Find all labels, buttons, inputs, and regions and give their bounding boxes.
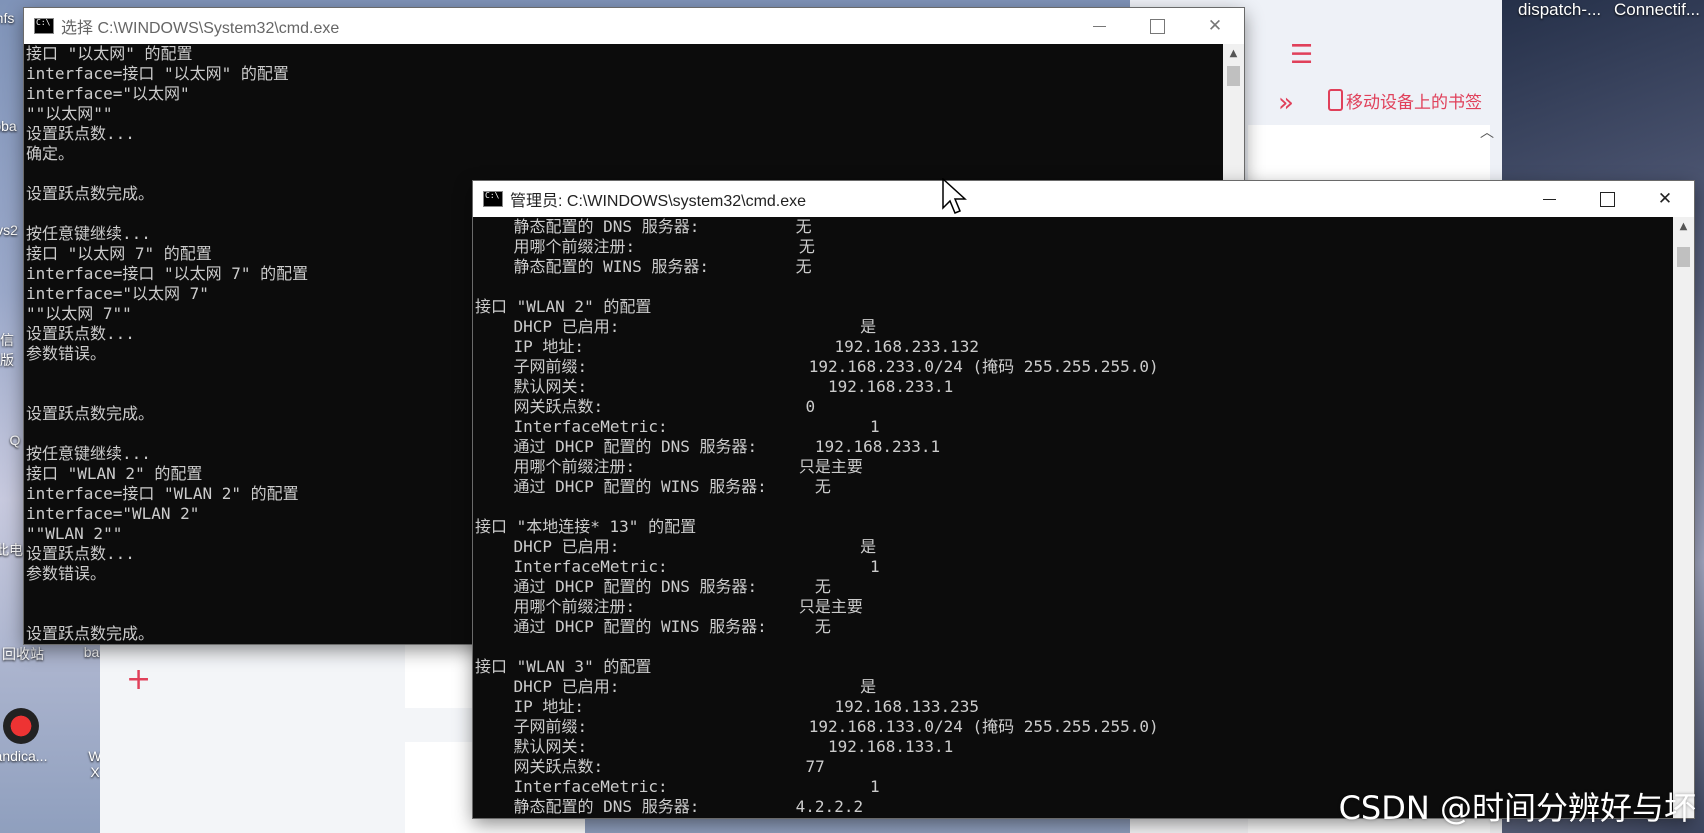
console-line: ""以太网"" xyxy=(26,104,113,123)
desktop-icon-label: 信 版 xyxy=(0,332,14,368)
minimize-button[interactable] xyxy=(1520,181,1578,217)
cmd-icon xyxy=(34,18,54,34)
close-icon: ✕ xyxy=(1657,189,1673,209)
chevron-right-icon[interactable]: » xyxy=(1278,88,1294,118)
window-controls: ✕ xyxy=(1520,181,1694,217)
console-line: InterfaceMetric: 1 xyxy=(475,557,880,576)
console-line: 设置跃点数... xyxy=(26,124,135,143)
titlebar[interactable]: 选择 C:\WINDOWS\System32\cmd.exe ✕ xyxy=(24,8,1244,44)
console-line: 通过 DHCP 配置的 DNS 服务器: 无 xyxy=(475,577,831,596)
watermark: CSDN @时间分辨好与坏 xyxy=(1338,789,1696,827)
maximize-button[interactable] xyxy=(1578,181,1636,217)
console-line: 用哪个前缀注册: 只是主要 xyxy=(475,597,863,616)
console-line: 通过 DHCP 配置的 WINS 服务器: 无 xyxy=(475,617,831,636)
desktop-icon-label: vs2 xyxy=(0,222,18,238)
scroll-up-arrow-icon[interactable]: ▲ xyxy=(1673,221,1694,232)
scrollbar-thumb[interactable] xyxy=(1227,66,1240,86)
console-line: 默认网关: 192.168.233.1 xyxy=(475,377,954,396)
console-line: DHCP 已启用: 是 xyxy=(475,317,877,336)
console-line: 用哪个前缀注册: 只是主要 xyxy=(475,457,863,476)
mobile-bookmarks-link[interactable]: 移动设备上的书签 xyxy=(1328,88,1482,113)
console-line: 接口 "以太网" 的配置 xyxy=(26,44,193,63)
close-icon: ✕ xyxy=(1207,16,1223,36)
scrollbar-thumb[interactable] xyxy=(1677,247,1690,267)
desktop-icon-label: 此电 xyxy=(0,542,23,558)
console-line: DHCP 已启用: 是 xyxy=(475,677,877,696)
window-controls: ✕ xyxy=(1070,8,1244,44)
console-line: DHCP 已启用: 是 xyxy=(475,537,877,556)
minimize-button[interactable] xyxy=(1070,8,1128,44)
console-line: interface=接口 "以太网" 的配置 xyxy=(26,64,289,83)
desktop-icon-recycle-bin[interactable]: 回收站 xyxy=(0,644,58,664)
window-title: 选择 C:\WINDOWS\System32\cmd.exe xyxy=(61,20,340,37)
close-button[interactable]: ✕ xyxy=(1186,8,1244,44)
console-line: 静态配置的 WINS 服务器: 无 xyxy=(475,257,812,276)
console-line: 用哪个前缀注册: 无 xyxy=(475,237,815,256)
desktop-icon-label: Q xyxy=(9,432,21,448)
desktop-icon-bandicam[interactable]: andica... xyxy=(0,708,56,764)
console-line: 通过 DHCP 配置的 WINS 服务器: 无 xyxy=(475,477,831,496)
cmd-window-admin[interactable]: 管理员: C:\WINDOWS\system32\cmd.exe ✕ 静态配置的… xyxy=(473,181,1694,818)
window-title: 管理员: C:\WINDOWS\system32\cmd.exe xyxy=(510,193,807,210)
console-line: 子网前缀: 192.168.133.0/24 (掩码 255.255.255.0… xyxy=(475,717,1159,736)
cmd-icon xyxy=(483,191,503,207)
mouse-pointer-icon xyxy=(942,178,967,214)
desktop-icon-label: hfs xyxy=(0,10,15,26)
console-line: 静态配置的 DNS 服务器: 无 xyxy=(475,217,812,236)
console-line: 默认网关: 192.168.133.1 xyxy=(475,737,954,756)
mobile-bookmarks-label: 移动设备上的书签 xyxy=(1346,93,1482,113)
console-line: 接口 "本地连接* 13" 的配置 xyxy=(475,517,697,536)
titlebar[interactable]: 管理员: C:\WINDOWS\system32\cmd.exe ✕ xyxy=(473,181,1694,217)
maximize-icon xyxy=(1599,191,1615,207)
minimize-icon xyxy=(1092,25,1106,27)
console-line: 通过 DHCP 配置的 DNS 服务器: 192.168.233.1 xyxy=(475,437,941,456)
desktop-icon-dispatch[interactable]: dispatch-... xyxy=(1518,0,1601,20)
console-line: InterfaceMetric: 1 xyxy=(475,417,880,436)
console-line: 确定。 xyxy=(26,144,75,163)
menu-icon[interactable]: ☰ xyxy=(1290,40,1313,70)
plus-icon[interactable]: + xyxy=(126,662,151,697)
maximize-button[interactable] xyxy=(1128,8,1186,44)
console-line: interface="以太网" xyxy=(26,84,190,103)
desktop-icon-label: andica... xyxy=(0,748,48,764)
console-line: 网关跃点数: 77 xyxy=(475,757,825,776)
scroll-up-arrow-icon[interactable]: ▲ xyxy=(1223,48,1244,59)
console-output[interactable]: 静态配置的 DNS 服务器: 无 用哪个前缀注册: 无 静态配置的 WINS 服… xyxy=(473,217,1673,818)
desktop-icon-connectify[interactable]: Connectif... xyxy=(1614,0,1700,20)
desktop: dispatch-... Connectif... ☰ » 移动设备上的书签 ︿… xyxy=(0,0,1704,833)
phone-icon xyxy=(1328,89,1343,111)
bandicam-icon xyxy=(3,708,39,744)
maximize-icon xyxy=(1149,18,1165,34)
close-button[interactable]: ✕ xyxy=(1636,181,1694,217)
scrollbar[interactable]: ▲ xyxy=(1673,217,1694,818)
scroll-up-icon[interactable]: ︿ xyxy=(1480,122,1494,142)
console-line: 接口 "WLAN 3" 的配置 xyxy=(475,657,652,676)
console-line: IP 地址: 192.168.133.235 xyxy=(475,697,980,716)
minimize-icon xyxy=(1542,198,1556,200)
console-line: 子网前缀: 192.168.233.0/24 (掩码 255.255.255.0… xyxy=(475,357,1159,376)
console-line: 网关跃点数: 0 xyxy=(475,397,816,416)
desktop-icon-label: oba xyxy=(0,118,17,134)
desktop-icon-label: 回收站 xyxy=(2,646,44,662)
console-line: IP 地址: 192.168.233.132 xyxy=(475,337,980,356)
console-line: 接口 "WLAN 2" 的配置 xyxy=(475,297,652,316)
